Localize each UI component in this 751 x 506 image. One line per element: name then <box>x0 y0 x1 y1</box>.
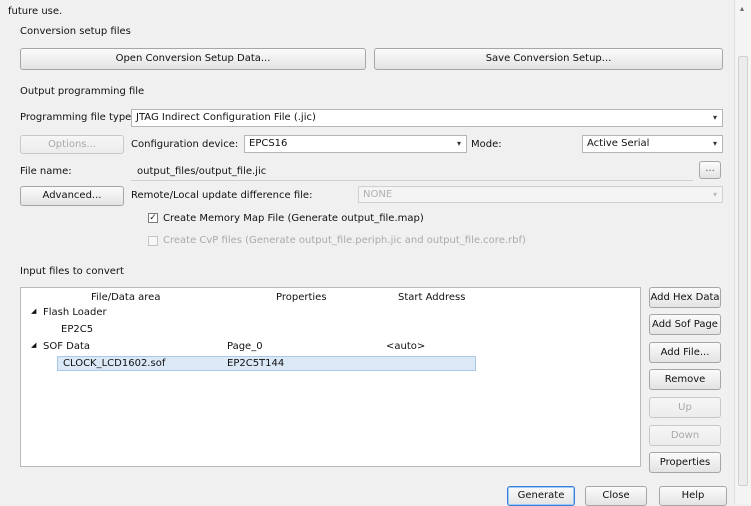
column-header-file-data-area[interactable]: File/Data area <box>91 292 160 303</box>
checkmark-icon: ✓ <box>149 213 157 223</box>
add-hex-data-button[interactable]: Add Hex Data <box>649 287 721 308</box>
file-name-field[interactable]: output_files/output_file.jic <box>137 166 266 177</box>
add-sof-page-button[interactable]: Add Sof Page <box>649 314 721 335</box>
mode-label: Mode: <box>471 139 502 150</box>
remote-update-label: Remote/Local update difference file: <box>131 190 313 201</box>
properties-button[interactable]: Properties <box>649 452 721 473</box>
save-conversion-setup-button[interactable]: Save Conversion Setup... <box>374 48 723 70</box>
file-name-underline <box>131 180 693 181</box>
tree-item-properties: EP2C5T144 <box>227 358 285 369</box>
programming-file-type-select[interactable]: JTAG Indirect Configuration File (.jic) … <box>131 109 723 127</box>
options-button[interactable]: Options... <box>20 135 124 154</box>
cvp-checkbox[interactable] <box>148 236 158 246</box>
tree-item-label: SOF Data <box>43 341 91 352</box>
tree-item-label: EP2C5 <box>61 324 94 335</box>
dropdown-arrow-icon: ▾ <box>712 139 717 148</box>
expander-icon[interactable]: ◢ <box>31 307 36 315</box>
dropdown-arrow-icon: ▾ <box>712 190 717 199</box>
remote-update-value: NONE <box>363 189 393 200</box>
advanced-button[interactable]: Advanced... <box>20 186 124 206</box>
conversion-setup-heading: Conversion setup files <box>20 26 131 37</box>
mode-select[interactable]: Active Serial ▾ <box>582 135 723 153</box>
expander-icon[interactable]: ◢ <box>31 341 36 349</box>
browse-button[interactable]: ... <box>699 161 721 179</box>
tree-item-properties: Page_0 <box>227 341 263 352</box>
input-files-heading: Input files to convert <box>20 266 124 277</box>
scrollbar-thumb[interactable] <box>738 56 748 486</box>
programming-file-type-label: Programming file type: <box>20 112 135 123</box>
cvp-label: Create CvP files (Generate output_file.p… <box>163 235 526 246</box>
tree-row-ep2c5[interactable]: EP2C5 <box>21 321 640 337</box>
configuration-device-label: Configuration device: <box>131 139 239 150</box>
up-button[interactable]: Up <box>649 397 721 418</box>
mode-value: Active Serial <box>587 138 650 149</box>
file-name-label: File name: <box>20 166 72 177</box>
column-header-properties[interactable]: Properties <box>276 292 327 303</box>
memory-map-checkbox[interactable]: ✓ <box>148 213 158 223</box>
programming-file-type-value: JTAG Indirect Configuration File (.jic) <box>136 112 316 123</box>
memory-map-label: Create Memory Map File (Generate output_… <box>163 213 424 224</box>
tree-row-clock-lcd1602[interactable]: CLOCK_LCD1602.sof EP2C5T144 <box>57 356 476 371</box>
configuration-device-value: EPCS16 <box>249 138 288 149</box>
tree-item-start-address: <auto> <box>386 341 426 352</box>
vertical-scrollbar[interactable]: ▴ <box>734 0 751 504</box>
remove-button[interactable]: Remove <box>649 369 721 390</box>
input-files-tree[interactable]: File/Data area Properties Start Address … <box>20 287 641 467</box>
output-programming-heading: Output programming file <box>20 86 145 97</box>
add-file-button[interactable]: Add File... <box>649 342 721 363</box>
dropdown-arrow-icon: ▾ <box>712 113 717 122</box>
close-button[interactable]: Close <box>585 486 647 506</box>
column-header-start-address[interactable]: Start Address <box>398 292 465 303</box>
configuration-device-select[interactable]: EPCS16 ▾ <box>244 135 467 153</box>
open-conversion-setup-button[interactable]: Open Conversion Setup Data... <box>20 48 366 70</box>
intro-text: future use. <box>8 6 63 17</box>
scroll-up-icon[interactable]: ▴ <box>740 4 744 13</box>
down-button[interactable]: Down <box>649 425 721 446</box>
tree-item-label: Flash Loader <box>43 307 107 318</box>
generate-button[interactable]: Generate <box>507 486 575 506</box>
remote-update-select[interactable]: NONE ▾ <box>358 186 723 203</box>
help-button[interactable]: Help <box>659 486 727 506</box>
tree-row-flash-loader[interactable]: ◢ Flash Loader <box>21 305 640 321</box>
tree-item-label: CLOCK_LCD1602.sof <box>63 358 166 369</box>
tree-row-sof-data[interactable]: ◢ SOF Data Page_0 <auto> <box>21 339 640 355</box>
dropdown-arrow-icon: ▾ <box>456 139 461 148</box>
